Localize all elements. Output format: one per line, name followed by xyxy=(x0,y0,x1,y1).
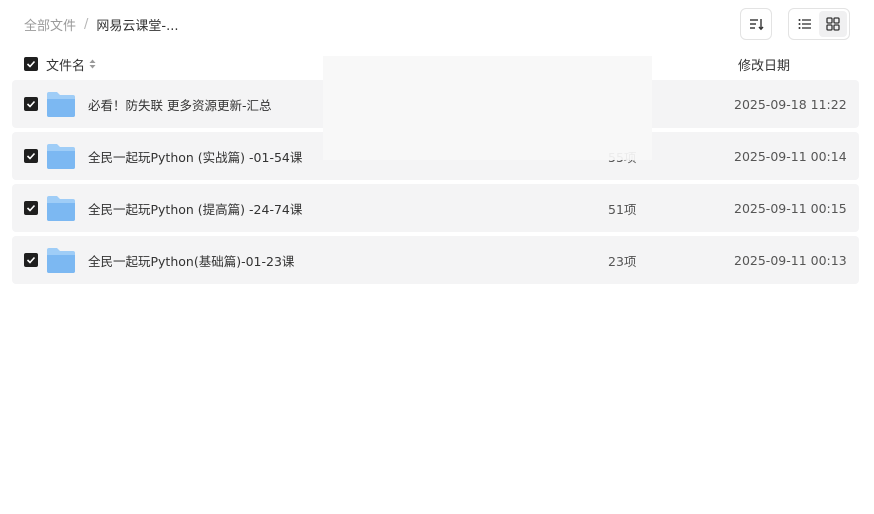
table-row[interactable]: 全民一起玩Python (实战篇) -01-54课 55项 2025-09-11… xyxy=(12,132,859,180)
file-name[interactable]: 全民一起玩Python (实战篇) -01-54课 xyxy=(88,147,302,166)
table-row[interactable]: 全民一起玩Python (提高篇) -24-74课 51项 2025-09-11… xyxy=(12,184,859,232)
grid-view-button[interactable] xyxy=(819,11,847,37)
file-name[interactable]: 必看！防失联 更多资源更新-汇总 xyxy=(88,95,272,114)
select-all-checkbox[interactable] xyxy=(24,57,38,71)
sort-icon xyxy=(750,19,764,31)
name-column-label: 文件名 xyxy=(46,58,86,74)
sort-toggle-icon xyxy=(89,59,96,69)
file-name[interactable]: 全民一起玩Python (提高篇) -24-74课 xyxy=(88,199,302,218)
breadcrumb-root-link[interactable]: 全部文件 xyxy=(24,15,76,34)
folder-icon xyxy=(46,194,76,222)
date-column-header[interactable]: 修改日期 xyxy=(738,55,790,74)
folder-icon xyxy=(46,246,76,274)
row-checkbox[interactable] xyxy=(24,201,38,215)
file-name[interactable]: 全民一起玩Python(基础篇)-01-23课 xyxy=(88,251,294,270)
row-checkbox[interactable] xyxy=(24,253,38,267)
checkmark-icon xyxy=(26,60,36,68)
grid-icon xyxy=(826,17,840,31)
list-icon xyxy=(798,19,811,29)
checkmark-icon xyxy=(26,256,36,264)
checkmark-icon xyxy=(26,204,36,212)
row-checkbox[interactable] xyxy=(24,97,38,111)
name-column-header[interactable]: 文件名 xyxy=(46,55,96,74)
modified-date: 2025-09-18 11:22 xyxy=(734,96,847,112)
breadcrumb: 全部文件 / 网易云课堂-... xyxy=(24,14,179,34)
table-header: 文件名 修改日期 xyxy=(12,52,859,76)
item-count: 51项 xyxy=(608,201,637,217)
checkmark-icon xyxy=(26,152,36,160)
breadcrumb-separator: / xyxy=(84,16,89,32)
modified-date: 2025-09-11 00:14 xyxy=(734,148,847,164)
item-count: 23项 xyxy=(608,253,637,269)
folder-icon xyxy=(46,142,76,170)
folder-icon xyxy=(46,90,76,118)
item-count: 55项 xyxy=(608,149,637,165)
breadcrumb-current: 网易云课堂-... xyxy=(96,18,179,34)
modified-date: 2025-09-11 00:13 xyxy=(734,252,847,268)
row-checkbox[interactable] xyxy=(24,149,38,163)
sort-button[interactable] xyxy=(740,8,772,40)
table-row[interactable]: 必看！防失联 更多资源更新-汇总 2025-09-18 11:22 xyxy=(12,80,859,128)
list-view-button[interactable] xyxy=(791,11,819,37)
file-list: 必看！防失联 更多资源更新-汇总 2025-09-18 11:22 全民一起玩P… xyxy=(12,80,859,288)
table-row[interactable]: 全民一起玩Python(基础篇)-01-23课 23项 2025-09-11 0… xyxy=(12,236,859,284)
view-toggle xyxy=(788,8,850,40)
checkmark-icon xyxy=(26,100,36,108)
modified-date: 2025-09-11 00:15 xyxy=(734,200,847,216)
